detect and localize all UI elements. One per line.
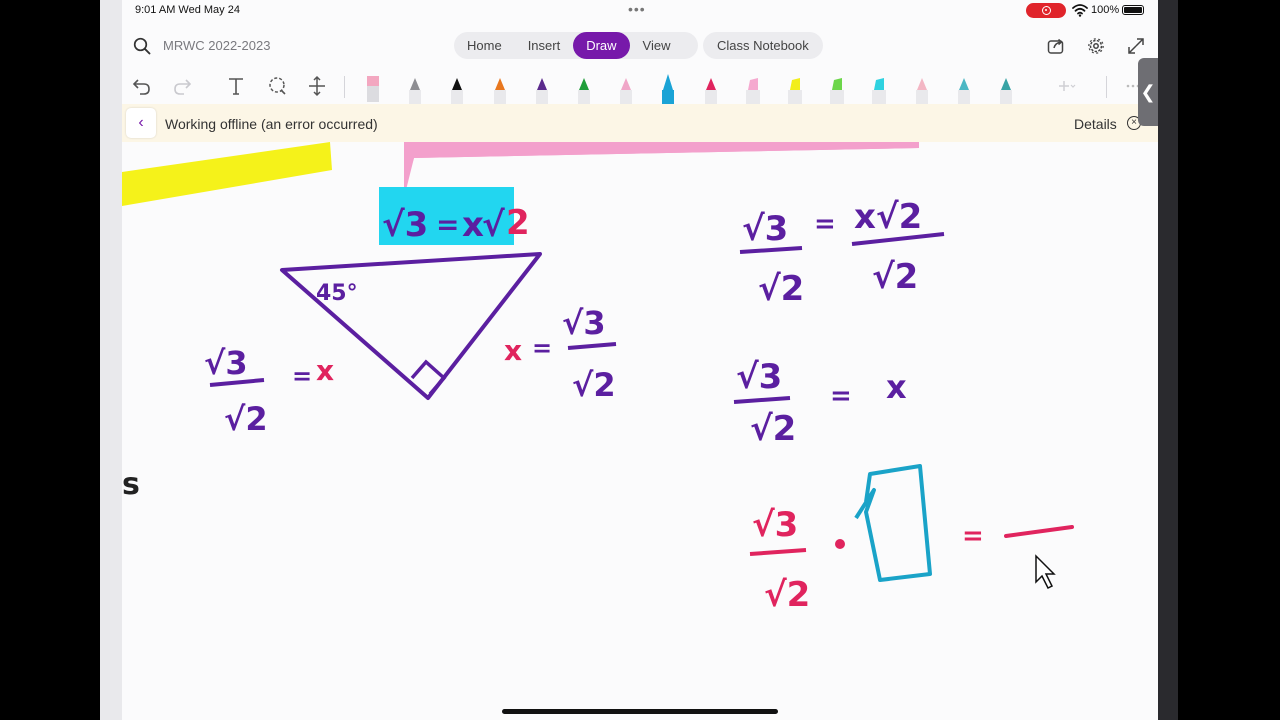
tab-insert[interactable]: Insert — [515, 32, 574, 59]
draw-toolbar — [122, 68, 1158, 104]
ink-step2-bar — [733, 396, 791, 404]
ink-top-equals: = — [436, 208, 459, 241]
expand-icon[interactable] — [1126, 36, 1146, 56]
pen-3-icon[interactable] — [446, 70, 468, 104]
ink-top-sqrt: √ — [482, 205, 505, 245]
record-icon — [1041, 6, 1051, 15]
ink-step1-equals: = — [814, 209, 836, 239]
pen-4-icon[interactable] — [489, 70, 511, 104]
insert-space-icon[interactable] — [305, 74, 329, 98]
ink-top-x: x — [462, 205, 484, 245]
ink-rt-num: √3 — [562, 304, 606, 342]
collapse-panel-tab[interactable]: ❮ — [1138, 58, 1158, 126]
ink-left-den: √2 — [224, 400, 268, 438]
ink-edge-text: s — [122, 467, 140, 502]
ipad-screen: 9:01 AM Wed May 24 ••• 100% MRWC 2022-20… — [122, 0, 1158, 720]
toolbar-divider — [344, 76, 345, 98]
pen-16-icon[interactable] — [995, 70, 1017, 104]
tab-view[interactable]: View — [630, 32, 684, 59]
letterbox-left — [0, 0, 100, 720]
add-pen-icon[interactable] — [1052, 74, 1076, 98]
pen-9-icon[interactable] — [700, 70, 722, 104]
eraser-1-icon[interactable] — [362, 70, 384, 104]
ink-step3-num: √3 — [752, 505, 798, 545]
share-icon[interactable] — [1046, 36, 1066, 56]
undo-icon[interactable] — [130, 74, 154, 98]
ink-layer[interactable]: √3 = x √ 2 45° √3 √2 = x x = √3 √2 √3 √2… — [122, 142, 1158, 720]
ink-step3-bar — [749, 548, 807, 556]
yellow-highlight-stroke — [122, 142, 332, 206]
app-header: MRWC 2022-2023 Home Insert Draw View Cla… — [122, 26, 1158, 66]
highlighter-12-icon[interactable] — [826, 70, 848, 104]
wifi-icon — [1072, 4, 1088, 17]
highlighter-10-icon[interactable] — [742, 70, 764, 104]
back-button[interactable]: ‹ — [126, 108, 156, 138]
ink-step1-den2: √2 — [872, 257, 918, 297]
ink-step1-num2: x√2 — [854, 197, 922, 237]
details-link[interactable]: Details — [1074, 116, 1117, 132]
chevron-left-icon: ❮ — [1140, 81, 1156, 102]
battery-icon — [1122, 5, 1144, 15]
ink-step1-den1: √2 — [758, 269, 804, 309]
toolbar-divider — [1106, 76, 1107, 98]
redo-icon[interactable] — [170, 74, 194, 98]
ink-angle-label: 45° — [316, 281, 358, 306]
mouse-cursor-icon — [1035, 554, 1056, 590]
pen-15-icon[interactable] — [953, 70, 975, 104]
pencil-2-icon[interactable] — [404, 70, 426, 104]
pink-highlight-fill — [404, 142, 919, 190]
ink-step2-num: √3 — [736, 357, 782, 397]
ink-step3-dot — [835, 539, 845, 549]
ink-rt-x: x — [504, 334, 522, 367]
pen-14-icon[interactable] — [911, 70, 933, 104]
ink-left-x: x — [316, 354, 334, 387]
ink-rt-equals: = — [532, 334, 552, 362]
ribbon-tabs: Home Insert Draw View — [454, 32, 698, 59]
ink-step3-den: √2 — [764, 575, 810, 615]
multitasking-dots-icon[interactable]: ••• — [628, 1, 646, 17]
class-notebook-button[interactable]: Class Notebook — [703, 32, 823, 59]
pen-5-icon[interactable] — [531, 70, 553, 104]
ink-step3-equals: = — [962, 521, 984, 551]
ink-top-2: 2 — [506, 203, 530, 243]
tab-draw[interactable]: Draw — [573, 32, 630, 59]
highlighter-13-icon[interactable] — [868, 70, 890, 104]
note-canvas[interactable]: √3 = x √ 2 45° √3 √2 = x x = √3 √2 √3 √2… — [122, 142, 1158, 720]
status-time: 9:01 AM Wed May 24 — [135, 4, 240, 16]
notebook-title[interactable]: MRWC 2022-2023 — [163, 38, 270, 53]
home-indicator[interactable] — [502, 709, 778, 714]
pen-6-icon[interactable] — [573, 70, 595, 104]
search-icon[interactable] — [132, 36, 152, 56]
ink-left-num: √3 — [204, 344, 248, 382]
ink-step1-num1: √3 — [742, 209, 788, 249]
ink-rt-fraction-bar — [567, 342, 617, 350]
ink-left-equals: = — [292, 362, 312, 390]
ink-step2-den: √2 — [750, 409, 796, 449]
right-side-pane — [1158, 0, 1178, 720]
text-tool-icon[interactable] — [224, 74, 248, 98]
highlighter-11-icon[interactable] — [784, 70, 806, 104]
pen-7-icon[interactable] — [615, 70, 637, 104]
status-bar: 9:01 AM Wed May 24 ••• 100% — [122, 0, 1158, 22]
gear-icon[interactable] — [1086, 36, 1106, 56]
tab-home[interactable]: Home — [454, 32, 515, 59]
screen-record-indicator[interactable] — [1026, 3, 1066, 18]
offline-banner: ‹ Working offline (an error occurred) De… — [122, 104, 1158, 142]
ink-step2-x: x — [886, 368, 907, 406]
pen-8-icon[interactable] — [657, 70, 679, 104]
ink-top-sqrt3: √3 — [382, 205, 428, 245]
ink-cyan-box — [854, 464, 932, 582]
notebook-side-pane[interactable] — [100, 0, 122, 720]
offline-message: Working offline (an error occurred) — [165, 116, 378, 132]
battery-percent: 100% — [1091, 4, 1120, 16]
chevron-left-icon: ‹ — [138, 114, 144, 131]
ink-step3-blank-line — [1004, 525, 1074, 538]
lasso-select-icon[interactable] — [265, 74, 289, 98]
ink-step2-equals: = — [830, 381, 852, 411]
ink-rt-den: √2 — [572, 366, 616, 404]
